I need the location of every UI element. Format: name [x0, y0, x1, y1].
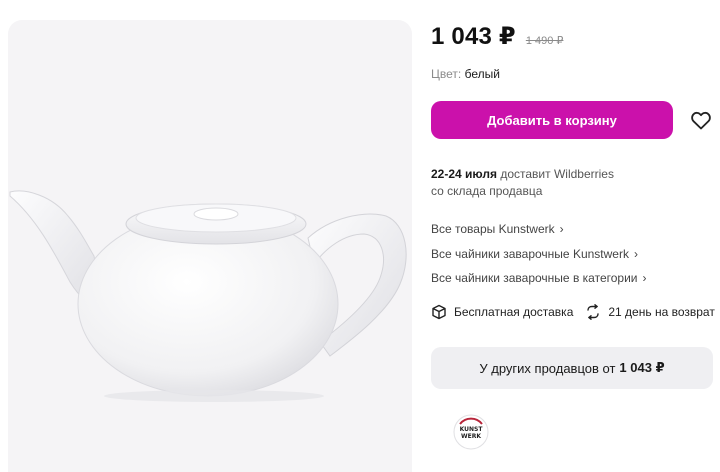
current-price: 1 043 ₽: [431, 23, 516, 50]
add-to-cart-button[interactable]: Добавить в корзину: [431, 101, 673, 139]
avito-watermark: Avito: [607, 431, 708, 462]
box-icon: [432, 304, 446, 320]
link-label: Все чайники заварочные Kunstwerk: [431, 247, 629, 261]
teapot-image: [9, 190, 407, 402]
old-price: 1 490 ₽: [525, 35, 564, 47]
product-info-panel: 1 043 ₽ 1 490 ₽ Цвет: белый Добавить в к…: [431, 0, 720, 472]
color-label: Цвет:: [431, 67, 462, 81]
color-row: Цвет: белый: [431, 67, 500, 81]
price-row: 1 043 ₽ 1 490 ₽: [431, 22, 563, 51]
link-all-brand-products[interactable]: Все товары Kunstwerk ›: [431, 222, 564, 236]
color-value: белый: [464, 67, 500, 81]
other-sellers-label: У других продавцов от: [479, 360, 616, 376]
features-row: Бесплатная доставка 21 день на возврат: [431, 304, 715, 320]
free-delivery-label: Бесплатная доставка: [454, 305, 574, 319]
product-photo[interactable]: [8, 20, 412, 472]
other-sellers-button[interactable]: У других продавцов от 1 043 ₽: [431, 347, 713, 389]
return-feature: 21 день на возврат: [585, 304, 715, 320]
link-brand-teapots[interactable]: Все чайники заварочные Kunstwerk ›: [431, 247, 638, 261]
link-label: Все товары Kunstwerk: [431, 222, 555, 236]
svg-text:KUNST: KUNST: [460, 426, 484, 433]
heart-icon: [691, 111, 711, 130]
free-delivery-feature: Бесплатная доставка: [431, 304, 573, 320]
watermark-text: Avito: [639, 431, 708, 462]
delivery-info: 22-24 июля доставит Wildberries со склад…: [431, 166, 614, 200]
return-arrows-icon: [587, 304, 600, 320]
link-category-teapots[interactable]: Все чайники заварочные в категории ›: [431, 271, 646, 285]
svg-text:WERK: WERK: [461, 433, 481, 440]
other-sellers-price: 1 043 ₽: [619, 360, 665, 375]
chevron-right-icon: ›: [633, 247, 638, 261]
chevron-right-icon: ›: [559, 222, 564, 236]
favorite-button[interactable]: [689, 108, 713, 132]
kunstwerk-logo-icon: KUNST WERK: [453, 414, 489, 450]
link-label: Все чайники заварочные в категории: [431, 271, 638, 285]
chevron-right-icon: ›: [642, 271, 647, 285]
brand-logo[interactable]: KUNST WERK: [453, 414, 489, 450]
return-label: 21 день на возврат: [608, 305, 715, 319]
delivery-source: со склада продавца: [431, 184, 543, 198]
delivery-by: доставит Wildberries: [500, 167, 614, 181]
delivery-dates: 22-24 июля: [431, 167, 497, 181]
